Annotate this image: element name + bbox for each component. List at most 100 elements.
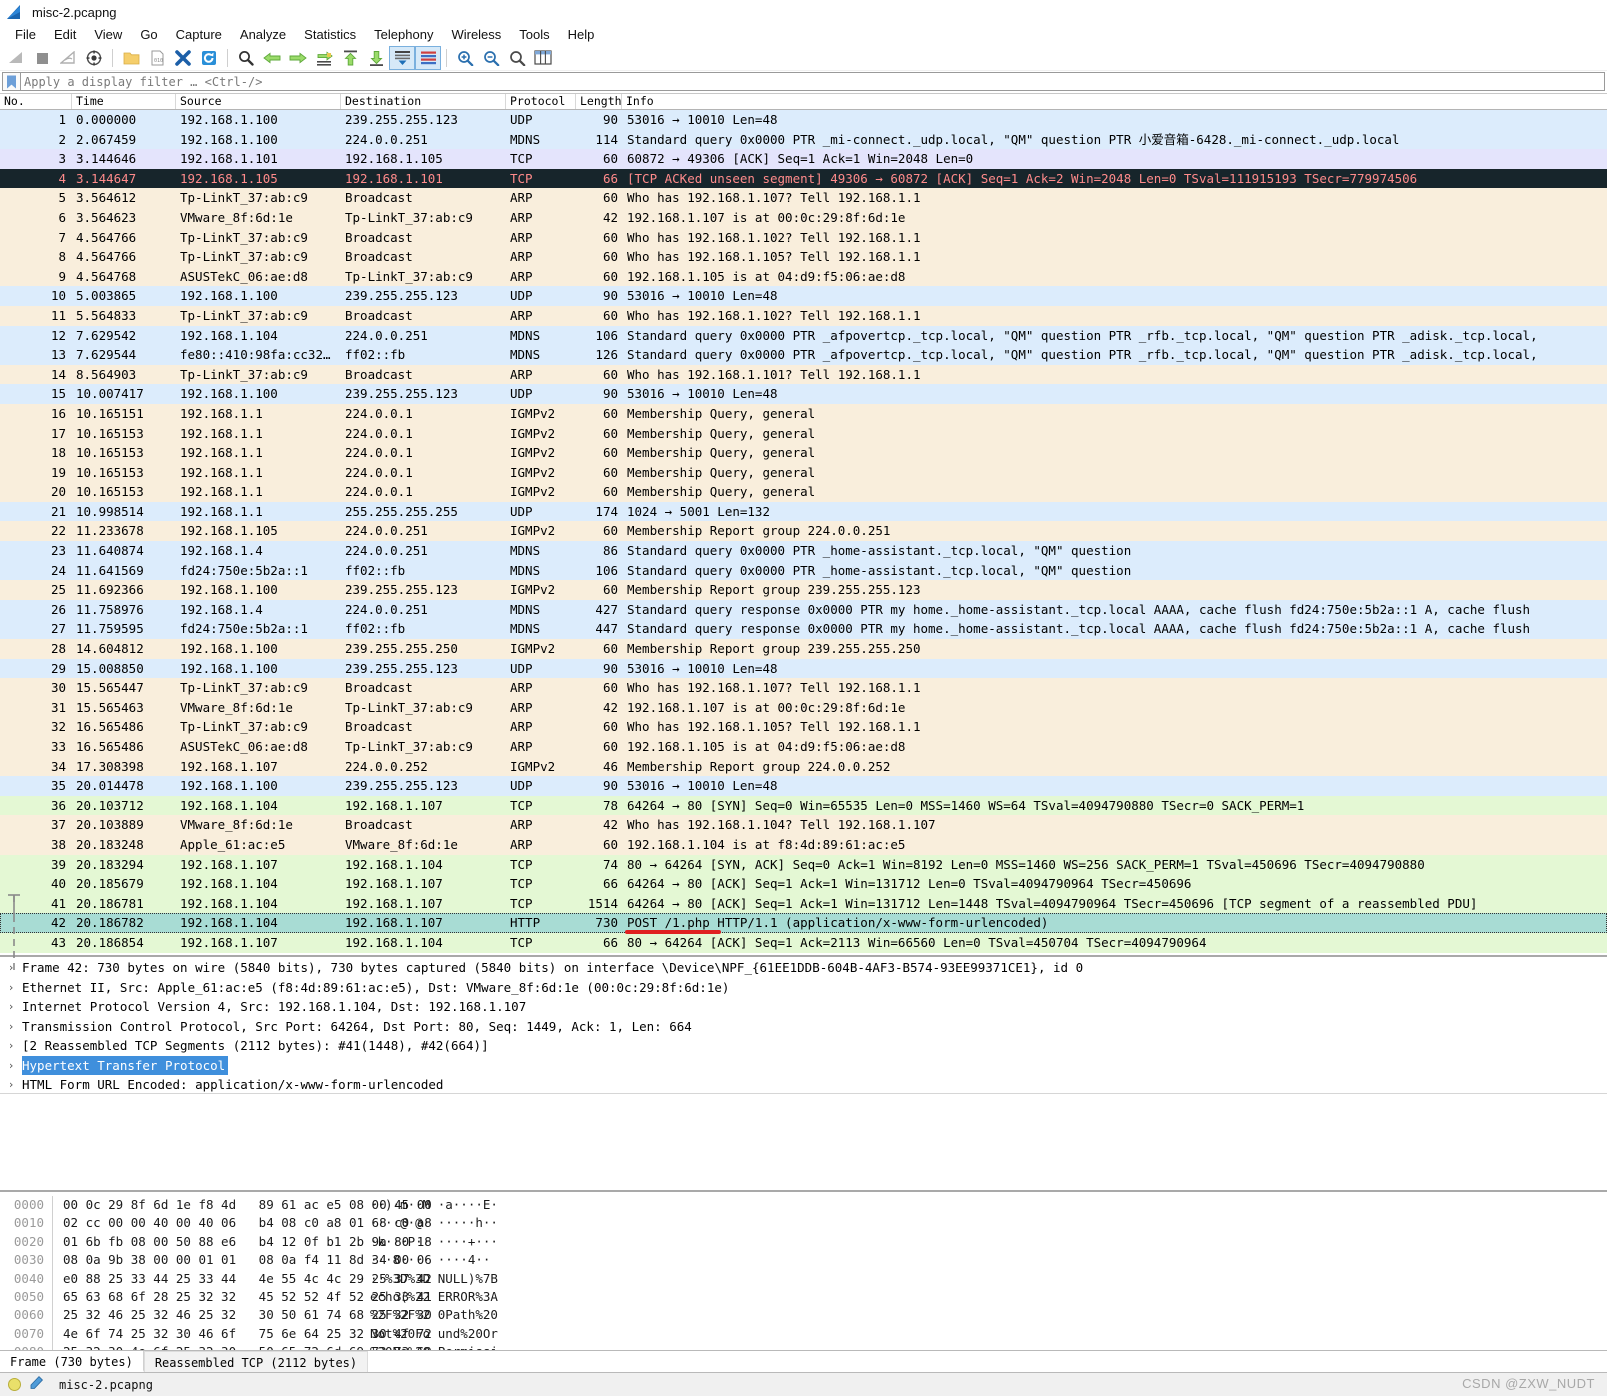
hexdump-row[interactable]: 008025 32 30 4e 6f 25 32 30 50 65 72 6d … [0,1343,1607,1350]
packet-row[interactable]: 5 3.564612 Tp-LinkT_37:ab:c9 Broadcast ARP 60… [0,188,1607,208]
menu-go[interactable]: Go [131,26,166,43]
go-forward-icon[interactable] [285,46,311,70]
packet-bytes-pane[interactable]: 0000 00 0c 29 8f 6d 1e f8 4d 89 61 ac e5 … [0,1190,1607,1350]
packet-row[interactable]: 23 11.640874 192.168.1.4 224.0.0.251 MDNS 86 S… [0,541,1607,561]
packet-row[interactable]: 19 10.165153 192.168.1.1 224.0.0.1 IGMPv2 60 M… [0,462,1607,483]
menu-statistics[interactable]: Statistics [295,26,365,43]
menu-help[interactable]: Help [559,26,604,43]
expert-info-dot[interactable] [8,1378,21,1391]
packet-row[interactable]: 29 15.008850 192.168.1.100 239.255.255.123 U… [0,658,1607,679]
packet-row[interactable]: 18 10.165153 192.168.1.1 224.0.0.1 IGMPv2 60 M… [0,443,1607,463]
bytes-tab[interactable]: Reassembled TCP (2112 bytes) [143,1351,369,1372]
packet-row[interactable]: 37 20.103889 VMware_8f:6d:1e Broadcast ARP 42… [0,815,1607,835]
packet-row[interactable]: 38 20.183248 Apple_61:ac:e5 VMware_8f:6d:1e… [0,834,1607,855]
bytes-tab[interactable]: Frame (730 bytes) [0,1351,144,1372]
hexdump-row[interactable]: 0040 e0 88 25 33 44 25 33 44 4e 55 4c 4c … [0,1269,1607,1288]
chevron-right-icon[interactable]: › [0,997,22,1017]
packet-row[interactable]: 14 8.564903 Tp-LinkT_37:ab:c9 Broadcast ARP 6… [0,364,1607,385]
chevron-right-icon[interactable]: › [0,1075,22,1093]
packet-row[interactable]: 42 20.186782 192.168.1.104 192.168.1.107 HTT… [0,913,1607,934]
packet-details-pane[interactable]: › Frame 42: 730 bytes on wire (5840 bits)… [0,955,1607,1093]
column-header-length[interactable]: Length [576,94,622,109]
menu-wireless[interactable]: Wireless [442,26,510,43]
hexdump-row[interactable]: 0060 25 32 46 25 32 46 25 32 30 50 61 74 … [0,1306,1607,1325]
chevron-right-icon[interactable]: › [0,978,22,998]
packet-row[interactable]: 34 17.308398 192.168.1.107 224.0.0.252 IGMPv… [0,756,1607,777]
menu-edit[interactable]: Edit [45,26,85,43]
hexdump-row[interactable]: 0070 4e 6f 74 25 32 30 46 6f 75 6e 64 25 … [0,1324,1607,1344]
detail-row[interactable]: › HTML Form URL Encoded: application/x-ww… [0,1075,1607,1093]
open-file-icon[interactable] [118,46,144,70]
chevron-right-icon[interactable]: › [0,1036,22,1056]
menu-file[interactable]: File [6,26,45,43]
restart-capture-icon[interactable] [55,46,81,70]
go-first-packet-icon[interactable] [337,46,363,70]
packet-row[interactable]: 32 16.565486 Tp-LinkT_37:ab:c9 Broadcast ARP… [0,717,1607,737]
packet-row[interactable]: 12 7.629542 192.168.1.104 224.0.0.251 MDNS 10… [0,325,1607,346]
packet-row[interactable]: 2 2.067459 192.168.1.100 224.0.0.251 MDNS 114… [0,129,1607,150]
packet-row[interactable]: 16 10.165151 192.168.1.1 224.0.0.1 IGMPv2 60 M… [0,403,1607,424]
detail-row[interactable]: › Hypertext Transfer Protocol [0,1055,1607,1076]
packet-row[interactable]: 24 11.641569 fd24:750e:5b2a::1 ff02::fb MDNS… [0,560,1607,581]
packet-row[interactable]: 21 10.998514 192.168.1.1 255.255.255.255 UDP… [0,501,1607,522]
packet-row[interactable]: 25 11.692366 192.168.1.100 239.255.255.123 I… [0,580,1607,600]
packet-row[interactable]: 28 14.604812 192.168.1.100 239.255.255.250 I… [0,639,1607,659]
column-header-time[interactable]: Time [72,94,176,109]
find-packet-icon[interactable] [233,46,259,70]
resize-columns-icon[interactable] [530,46,556,70]
go-to-packet-icon[interactable] [311,46,337,70]
detail-row[interactable]: › Transmission Control Protocol, Src Port… [0,1017,1607,1037]
packet-row[interactable]: 3 3.144646 192.168.1.101 192.168.1.105 TCP 60… [0,149,1607,169]
hexdump-row[interactable]: 0030 08 0a 9b 38 00 00 01 01 08 0a f4 11 … [0,1251,1607,1270]
packet-row[interactable]: 40 20.185679 192.168.1.104 192.168.1.107 TCP… [0,874,1607,894]
hexdump-row[interactable]: 0020 01 6b fb 08 00 50 88 e6 b4 12 0f b1 … [0,1232,1607,1252]
packet-row[interactable]: 43 20.186854 192.168.1.107 192.168.1.104 TCP… [0,932,1607,953]
column-header-info[interactable]: Info [622,94,1607,109]
packet-row[interactable]: 20 10.165153 192.168.1.1 224.0.0.1 IGMPv2 60 M… [0,482,1607,502]
menu-analyze[interactable]: Analyze [231,26,295,43]
packet-row[interactable]: 27 11.759595 fd24:750e:5b2a::1 ff02::fb MDNS… [0,619,1607,640]
detail-row[interactable]: › Internet Protocol Version 4, Src: 192.1… [0,997,1607,1017]
capture-comment-icon[interactable] [30,1375,44,1394]
hexdump-row[interactable]: 0010 02 cc 00 00 40 00 40 06 b4 08 c0 a8 … [0,1214,1607,1233]
close-file-icon[interactable] [170,46,196,70]
packet-row[interactable]: 10 5.003865 192.168.1.100 239.255.255.123 UD… [0,286,1607,306]
bookmark-icon[interactable] [2,72,20,91]
packet-row[interactable]: 4 3.144647 192.168.1.105 192.168.1.101 TCP 66… [0,168,1607,189]
packet-row[interactable]: 22 11.233678 192.168.1.105 224.0.0.251 IGMPv… [0,521,1607,542]
hexdump-row[interactable]: 0050 65 63 68 6f 28 25 32 32 45 52 52 4f … [0,1287,1607,1307]
zoom-out-icon[interactable] [478,46,504,70]
packet-row[interactable]: 36 20.103712 192.168.1.104 192.168.1.107 TCP… [0,795,1607,816]
packet-row[interactable]: 1 0.000000 192.168.1.100 239.255.255.123 UDP… [0,110,1607,130]
column-header-protocol[interactable]: Protocol [506,94,576,109]
go-back-icon[interactable] [259,46,285,70]
menu-capture[interactable]: Capture [167,26,231,43]
menu-tools[interactable]: Tools [510,26,558,43]
packet-row[interactable]: 15 10.007417 192.168.1.100 239.255.255.123 U… [0,384,1607,404]
packet-row[interactable]: 31 15.565463 VMware_8f:6d:1e Tp-LinkT_37:ab… [0,697,1607,718]
detail-row[interactable]: › Ethernet II, Src: Apple_61:ac:e5 (f8:4d… [0,978,1607,998]
packet-list-rows[interactable]: 1 0.000000 192.168.1.100 239.255.255.123 UDP… [0,110,1607,956]
packet-row[interactable]: 30 15.565447 Tp-LinkT_37:ab:c9 Broadcast ARP… [0,678,1607,698]
menu-view[interactable]: View [85,26,131,43]
capture-options-icon[interactable] [81,46,107,70]
save-file-icon[interactable]: 010 [144,46,170,70]
packet-row[interactable]: 9 4.564768 ASUSTekC_06:ae:d8 Tp-LinkT_37:ab… [0,266,1607,287]
zoom-reset-icon[interactable] [504,46,530,70]
display-filter-input[interactable]: Apply a display filter … <Ctrl-/> [20,72,1605,91]
packet-row[interactable]: 39 20.183294 192.168.1.107 192.168.1.104 TCP… [0,854,1607,875]
start-capture-icon[interactable] [3,46,29,70]
menu-telephony[interactable]: Telephony [365,26,442,43]
packet-row[interactable]: 41 20.186781 192.168.1.104 192.168.1.107 TCP… [0,893,1607,914]
packet-row[interactable]: 33 16.565486 ASUSTekC_06:ae:d8 Tp-LinkT_37:… [0,737,1607,757]
reload-file-icon[interactable] [196,46,222,70]
detail-row[interactable]: › [2 Reassembled TCP Segments (2112 bytes… [0,1036,1607,1056]
chevron-right-icon[interactable]: › [0,1017,22,1037]
stop-capture-icon[interactable] [29,46,55,70]
packet-row[interactable]: 6 3.564623 VMware_8f:6d:1e Tp-LinkT_37:ab:c… [0,207,1607,228]
hexdump-row[interactable]: 0000 00 0c 29 8f 6d 1e f8 4d 89 61 ac e5 … [0,1196,1607,1215]
packet-row[interactable]: 13 7.629544 fe80::410:98fa:cc32… ff02::fb MD… [0,345,1607,365]
chevron-right-icon[interactable]: › [0,1056,22,1076]
packet-row[interactable]: 7 4.564766 Tp-LinkT_37:ab:c9 Broadcast ARP 60… [0,227,1607,248]
zoom-in-icon[interactable] [452,46,478,70]
